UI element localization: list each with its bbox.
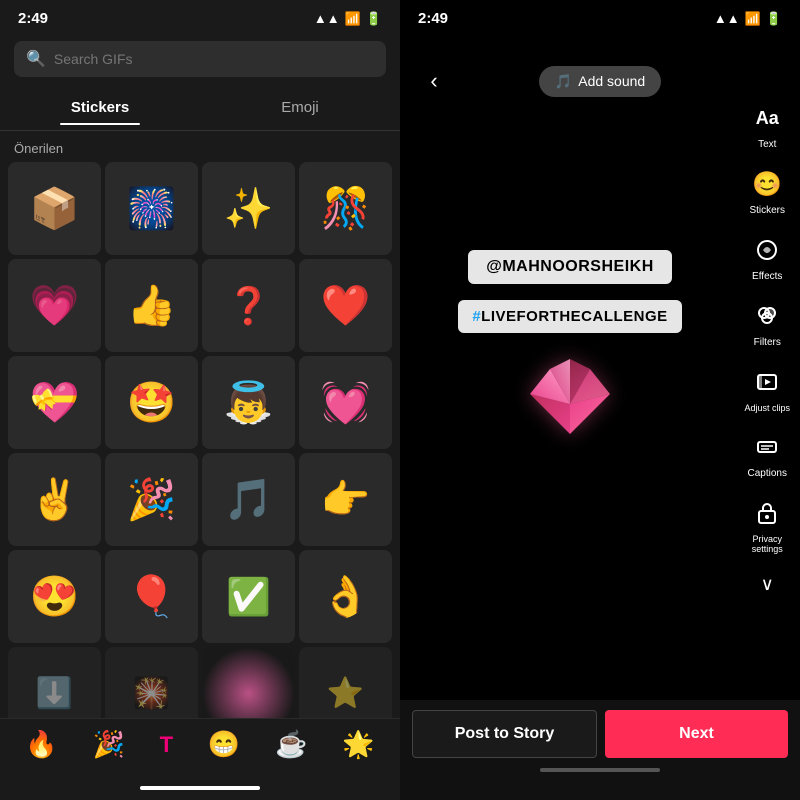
tool-captions[interactable]: Captions [748,429,787,479]
sticker-item[interactable]: ❓ [202,259,295,352]
tool-stickers-label: Stickers [749,205,785,216]
tab-emoji[interactable]: Emoji [200,91,400,124]
tool-filters-label: Filters [754,337,781,348]
sticker-item[interactable]: ✌️ [8,453,101,546]
tool-filters[interactable]: Filters [749,298,785,348]
effects-icon [749,232,785,268]
sticker-item[interactable]: 🎆 [105,162,198,255]
emoji-laugh[interactable]: 😁 [208,729,240,760]
section-label: Önerilen [0,131,400,162]
sticker-item[interactable]: 🎈 [105,550,198,643]
sticker-item[interactable]: ✨ [202,162,295,255]
search-input[interactable] [54,51,374,67]
text-icon: Aa [749,100,785,136]
sticker-item[interactable]: 👌 [299,550,392,643]
right-time: 2:49 [418,10,448,27]
chevron-down-icon[interactable]: ∨ [761,574,774,595]
sticker-item[interactable]: 💗 [8,259,101,352]
tool-effects[interactable]: Effects [749,232,785,282]
tool-privacy-settings[interactable]: Privacysettings [749,495,785,554]
sticker-item[interactable]: 💓 [299,356,392,449]
sticker-item[interactable]: 🎊 [299,162,392,255]
sticker-item[interactable]: 👼 [202,356,295,449]
emoji-star[interactable]: 🌟 [342,729,374,760]
left-panel: 2:49 ▲▲ 📶 🔋 🔍 Stickers Emoji Önerilen 📦 … [0,0,400,800]
action-buttons: Post to Story Next [412,710,788,758]
sticker-item[interactable]: ⬇️ [8,647,101,718]
bottom-actions: Post to Story Next [400,700,800,800]
tool-stickers[interactable]: 😊 Stickers [749,166,785,216]
search-icon: 🔍 [26,49,46,69]
heart-sticker[interactable] [515,349,625,471]
tab-stickers[interactable]: Stickers [0,91,200,124]
video-content: @MAHNOORSHEIKH #LIVEFORTHECALLENGE [400,0,740,720]
post-to-story-button[interactable]: Post to Story [412,710,597,758]
tool-adjust-clips-label: Adjust clips [744,403,790,413]
sticker-item[interactable]: ❤️ [299,259,392,352]
mention-tag[interactable]: @MAHNOORSHEIKH [468,250,672,284]
home-indicator-right [540,768,660,772]
filters-icon [749,298,785,334]
tool-captions-label: Captions [748,468,787,479]
next-button[interactable]: Next [605,710,788,758]
add-sound-button[interactable]: 🎵 Add sound [539,66,661,97]
sticker-item[interactable]: 💝 [8,356,101,449]
home-indicator [140,786,260,790]
sticker-item[interactable]: 🤩 [105,356,198,449]
emoji-party[interactable]: 🎉 [93,729,125,760]
emoji-fire[interactable]: 🔥 [25,729,57,760]
tool-privacy-label: Privacysettings [752,534,783,554]
emoji-coffee[interactable]: ☕ [275,729,307,760]
hashtag-tag[interactable]: #LIVEFORTHECALLENGE [458,300,681,333]
sticker-item[interactable]: ⭐ [299,647,392,718]
right-panel: 2:49 ▲▲ 📶 🔋 ‹ 🎵 Add sound Aa Text 😊 Stic… [400,0,800,800]
tool-text[interactable]: Aa Text [749,100,785,150]
right-status-icons: ▲▲ 📶 🔋 [714,11,782,27]
music-icon: 🎵 [555,73,572,90]
right-toolbar: ‹ 🎵 Add sound [400,55,800,107]
left-time: 2:49 [18,10,48,27]
bottom-emoji-bar: 🔥 🎉 T 😁 ☕ 🌟 [0,718,400,780]
sticker-item[interactable] [202,647,295,718]
tool-adjust-clips[interactable]: Adjust clips [744,364,790,413]
sticker-item[interactable]: 🎵 [202,453,295,546]
sticker-item[interactable]: 🎇 [105,647,198,718]
stickers-grid: 📦 🎆 ✨ 🎊 💗 👍 ❓ ❤️ 💝 🤩 👼 💓 ✌️ 🎉 🎵 👉 😍 🎈 ✅ … [0,162,400,718]
sticker-item[interactable]: 👍 [105,259,198,352]
search-bar[interactable]: 🔍 [14,41,386,77]
right-status-bar: 2:49 ▲▲ 📶 🔋 [400,0,800,33]
tool-text-label: Text [758,139,776,150]
sticker-item[interactable]: 🎉 [105,453,198,546]
side-tools: Aa Text 😊 Stickers Effects [744,100,790,595]
sticker-item[interactable]: ✅ [202,550,295,643]
adjust-clips-icon [749,364,785,400]
privacy-settings-icon [749,495,785,531]
emoji-text[interactable]: T [160,732,173,758]
tool-effects-label: Effects [752,271,782,282]
sticker-item[interactable]: 😍 [8,550,101,643]
captions-icon [749,429,785,465]
sticker-item[interactable]: 📦 [8,162,101,255]
stickers-icon: 😊 [749,166,785,202]
back-button[interactable]: ‹ [416,63,452,99]
left-status-icons: ▲▲ 📶 🔋 [314,11,382,27]
sticker-item[interactable]: 👉 [299,453,392,546]
left-status-bar: 2:49 ▲▲ 📶 🔋 [0,0,400,33]
tabs-container: Stickers Emoji [0,85,400,131]
